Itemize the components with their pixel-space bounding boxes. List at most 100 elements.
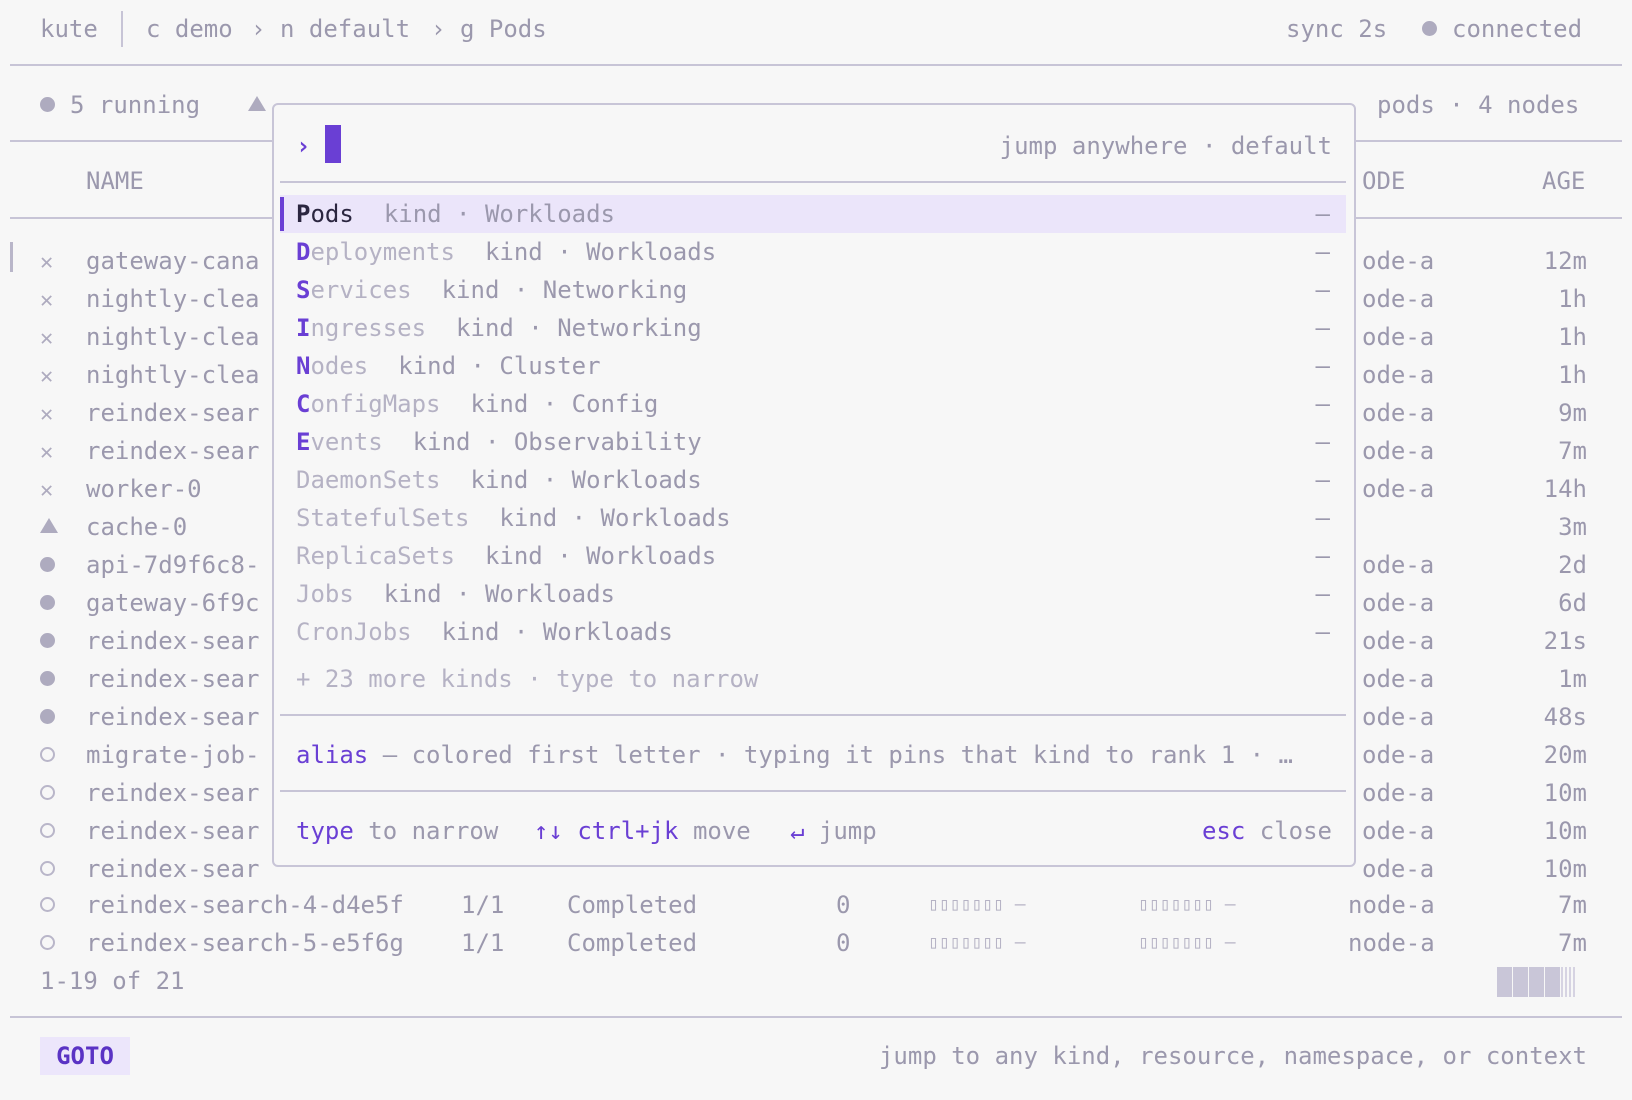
pod-node: ode-a (1362, 285, 1435, 313)
pod-node: ode-a (1362, 323, 1435, 351)
pod-node: ode-a (1362, 589, 1435, 617)
pod-age: 10m (1543, 817, 1587, 845)
palette-item-trail: – (1315, 276, 1330, 304)
palette-item-label: Jobs kind · Workloads (296, 580, 615, 608)
completed-ring-icon (40, 812, 55, 850)
alias-letter: P (296, 200, 311, 228)
palette-item-meta: kind · Networking (441, 276, 688, 304)
completed-ring-icon (40, 924, 55, 962)
pod-name: nightly-clea (86, 323, 260, 351)
palette-item-label: Deployments kind · Workloads (296, 238, 717, 266)
pod-age: 10m (1543, 779, 1587, 807)
palette-item-configmaps[interactable]: ConfigMaps kind · Config – (280, 385, 1346, 423)
summary-right: pods · 4 nodes (1377, 91, 1580, 119)
palette-item-label: Nodes kind · Cluster (296, 352, 601, 380)
pod-cpu: ▯▯▯▯▯▯▯ – (928, 932, 1026, 953)
sync-interval: sync 2s (1286, 15, 1388, 43)
palette-item-trail: – (1315, 580, 1330, 608)
pod-name: reindex-sear (86, 437, 260, 465)
column-age[interactable]: AGE (1542, 162, 1585, 200)
palette-item-meta: kind · Networking (456, 314, 702, 342)
pod-name: reindex-sear (86, 703, 260, 731)
palette-item-label: ReplicaSets kind · Workloads (296, 542, 717, 570)
alias-letter: S (296, 276, 311, 304)
palette-item-label: Ingresses kind · Networking (296, 314, 702, 342)
pod-node: ode-a (1362, 247, 1435, 275)
pod-status: Completed (567, 891, 698, 919)
pod-name: reindex-sear (86, 779, 260, 807)
palette-item-trail: – (1315, 390, 1330, 418)
failed-x-icon: ✕ (40, 478, 54, 503)
pod-node: ode-a (1362, 551, 1435, 579)
alias-legend: alias — colored first letter · typing it… (296, 741, 1293, 769)
column-node[interactable]: ODE (1362, 162, 1405, 200)
palette-item-trail: – (1315, 466, 1330, 494)
pod-age: 7m (1558, 437, 1587, 465)
palette-item-meta: kind · Workloads (441, 618, 673, 646)
pod-age: 20m (1543, 741, 1587, 769)
pod-age: 1h (1558, 361, 1587, 389)
breadcrumb-context[interactable]: c demo (146, 10, 233, 48)
completed-ring-icon (40, 850, 55, 888)
palette-item-daemonsets[interactable]: DaemonSets kind · Workloads – (280, 461, 1346, 499)
pod-status: Completed (567, 929, 698, 957)
pod-age: 14h (1543, 475, 1587, 503)
palette-item-pods[interactable]: Pods kind · Workloads – (280, 195, 1346, 233)
breadcrumb-kind[interactable]: g Pods (460, 10, 547, 48)
palette-item-trail: – (1315, 428, 1330, 456)
pod-age: 48s (1543, 703, 1587, 731)
palette-item-jobs[interactable]: Jobs kind · Workloads – (280, 575, 1346, 613)
column-name[interactable]: NAME (86, 162, 144, 200)
palette-item-events[interactable]: Events kind · Observability – (280, 423, 1346, 461)
failed-x-icon: ✕ (40, 402, 54, 427)
completed-ring-icon (40, 886, 55, 924)
help-jump: ↵ jump (790, 817, 877, 845)
palette-item-deployments[interactable]: Deployments kind · Workloads – (280, 233, 1346, 271)
palette-item-trail: – (1315, 238, 1330, 266)
pod-node: ode-a (1362, 741, 1435, 769)
table-row[interactable]: reindex-search-5-e5f6g 1/1 Completed 0 ▯… (0, 924, 1632, 962)
palette-item-label: DaemonSets kind · Workloads (296, 466, 702, 494)
palette-item-label: CronJobs kind · Workloads (296, 618, 673, 646)
pod-ready: 1/1 (461, 929, 505, 957)
running-dot-icon (40, 584, 55, 622)
palette-item-replicasets[interactable]: ReplicaSets kind · Workloads – (280, 537, 1346, 575)
palette-item-meta: kind · Cluster (398, 352, 601, 380)
palette-input[interactable] (325, 125, 341, 165)
help-type: type to narrow (296, 817, 499, 845)
scroll-indicator[interactable] (1497, 967, 1587, 997)
breadcrumb-separator: › (431, 15, 446, 43)
app-name: kute (40, 15, 98, 43)
running-dot-icon (40, 698, 55, 736)
palette-item-trail: – (1315, 618, 1330, 646)
palette-item-meta: kind · Workloads (383, 200, 615, 228)
palette-item-statefulsets[interactable]: StatefulSets kind · Workloads – (280, 499, 1346, 537)
palette-item-trail: – (1315, 542, 1330, 570)
alias-letter: D (296, 238, 311, 266)
pod-age: 7m (1558, 929, 1587, 957)
completed-ring-icon (40, 774, 55, 812)
pod-name: api-7d9f6c8- (86, 551, 260, 579)
alias-letter: N (296, 352, 311, 380)
header-divider (121, 11, 123, 47)
failed-x-icon: ✕ (40, 364, 54, 389)
palette-item-label: Events kind · Observability (296, 428, 702, 456)
pod-node: ode-a (1362, 779, 1435, 807)
palette-item-services[interactable]: Services kind · Networking – (280, 271, 1346, 309)
palette-item-meta: kind · Config (470, 390, 659, 418)
palette-item-label: Pods kind · Workloads (296, 200, 615, 228)
table-row[interactable]: reindex-search-4-d4e5f 1/1 Completed 0 ▯… (0, 886, 1632, 924)
palette-item-cronjobs[interactable]: CronJobs kind · Workloads – (280, 613, 1346, 651)
pod-node: ode-a (1362, 703, 1435, 731)
pagination: 1-19 of 21 (40, 967, 185, 995)
palette-item-ingresses[interactable]: Ingresses kind · Networking – (280, 309, 1346, 347)
palette-item-trail: – (1315, 200, 1330, 228)
pending-triangle-icon (40, 508, 58, 546)
breadcrumb-namespace[interactable]: n default (280, 10, 410, 48)
selection-marker (280, 197, 284, 231)
running-count: 5 running (70, 91, 201, 119)
palette-item-nodes[interactable]: Nodes kind · Cluster – (280, 347, 1346, 385)
palette-item-label: ConfigMaps kind · Config (296, 390, 659, 418)
pod-node: node-a (1348, 891, 1435, 919)
palette-item-meta: kind · Workloads (484, 542, 717, 570)
